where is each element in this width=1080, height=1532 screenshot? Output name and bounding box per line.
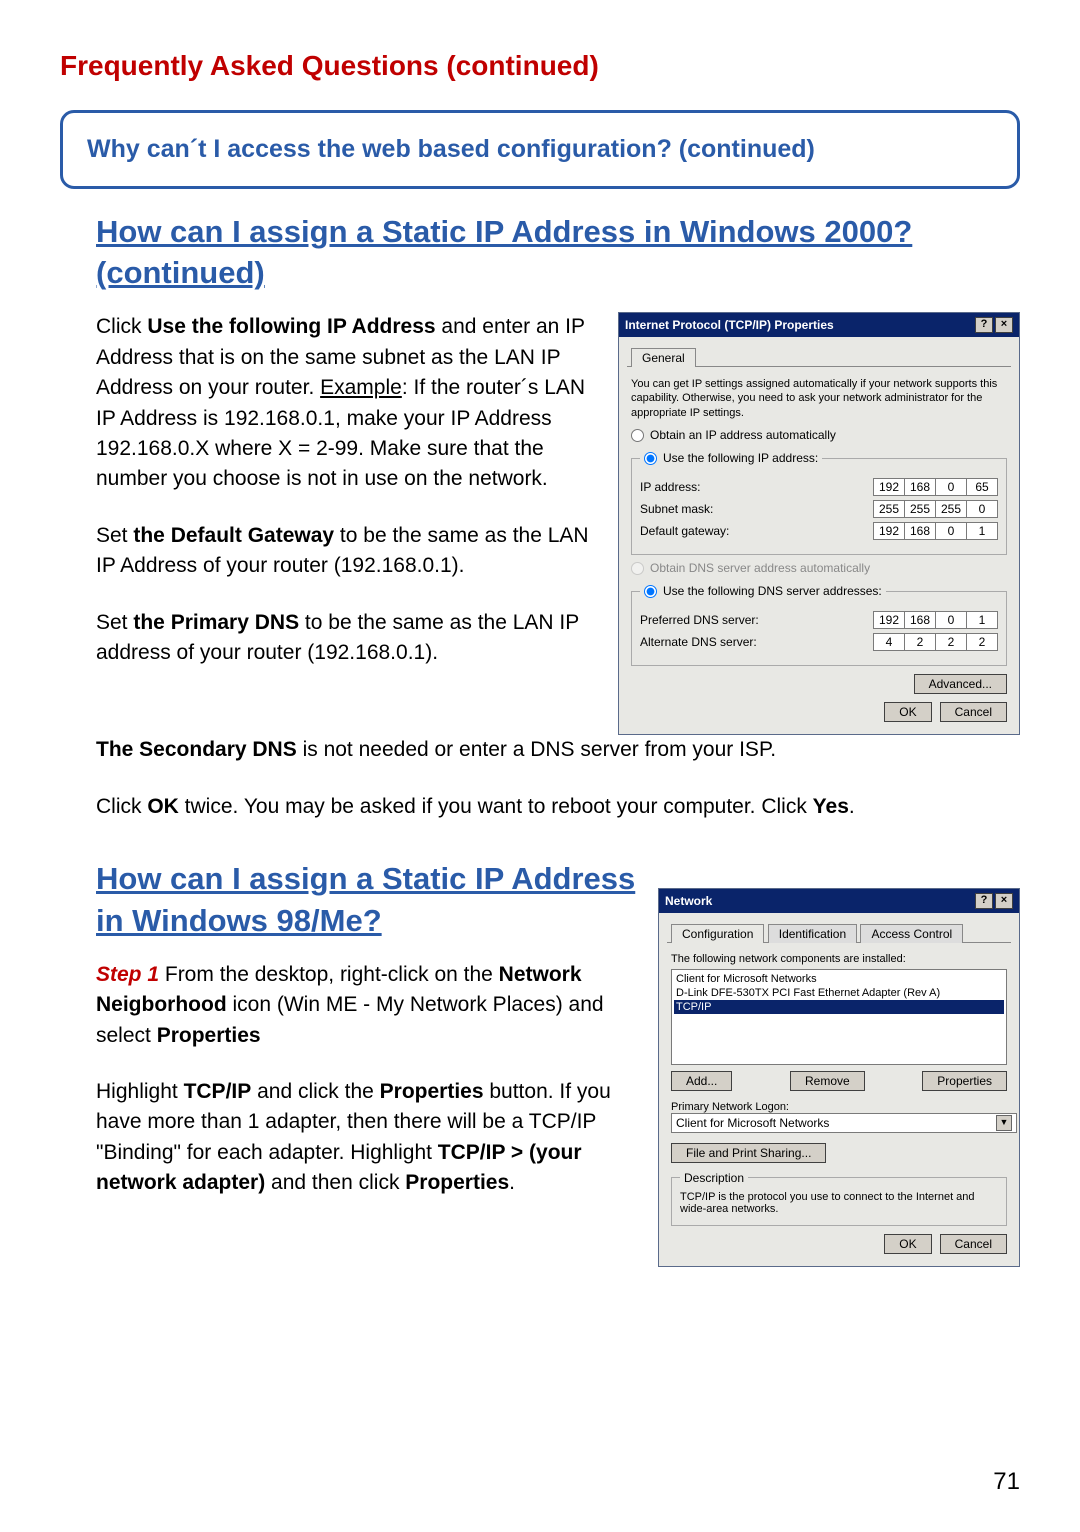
ok-button[interactable]: OK (884, 702, 931, 722)
radio-use-dns[interactable] (644, 585, 657, 598)
paragraph: Click OK twice. You may be asked if you … (96, 792, 1020, 822)
dialog-title: Internet Protocol (TCP/IP) Properties (625, 318, 834, 332)
close-icon[interactable]: × (995, 893, 1013, 909)
preferred-dns-field[interactable] (873, 611, 998, 629)
description-text: TCP/IP is the protocol you use to connec… (680, 1191, 998, 1215)
tab-general[interactable]: General (631, 348, 696, 367)
paragraph: Step 1 From the desktop, right-click on … (96, 960, 640, 1051)
add-button[interactable]: Add... (671, 1071, 732, 1091)
alternate-dns-field[interactable] (873, 633, 998, 651)
default-gateway-field[interactable] (873, 522, 998, 540)
tcpip-properties-dialog: Internet Protocol (TCP/IP) Properties ? … (618, 312, 1020, 735)
radio-obtain-dns (631, 562, 644, 575)
close-icon[interactable]: × (995, 317, 1013, 333)
section-title-win98: How can I assign a Static IP Address in … (96, 858, 640, 942)
paragraph: Set the Primary DNS to be the same as th… (96, 608, 600, 669)
primary-logon-select[interactable]: Client for Microsoft Networks▼ (671, 1113, 1017, 1133)
subnet-mask-field[interactable] (873, 500, 998, 518)
file-print-sharing-button[interactable]: File and Print Sharing... (671, 1143, 826, 1163)
components-listbox[interactable]: Client for Microsoft Networks D-Link DFE… (671, 969, 1007, 1065)
label-subnet-mask: Subnet mask: (640, 502, 867, 516)
faq-heading: Frequently Asked Questions (continued) (60, 50, 1020, 82)
properties-button[interactable]: Properties (922, 1071, 1007, 1091)
dialog-title: Network (665, 894, 712, 908)
description-legend: Description (680, 1171, 748, 1185)
paragraph: The Secondary DNS is not needed or enter… (96, 735, 1020, 765)
remove-button[interactable]: Remove (790, 1071, 865, 1091)
tab-configuration[interactable]: Configuration (671, 924, 764, 943)
network-dialog: Network ? × Configuration Identification… (658, 888, 1020, 1267)
list-item[interactable]: TCP/IP (674, 1000, 1004, 1014)
chevron-down-icon: ▼ (996, 1115, 1012, 1131)
paragraph: Click Use the following IP Address and e… (96, 312, 600, 495)
label-primary-logon: Primary Network Logon: (671, 1101, 1007, 1113)
ok-button[interactable]: OK (884, 1234, 931, 1254)
label-default-gateway: Default gateway: (640, 524, 867, 538)
cancel-button[interactable]: Cancel (940, 1234, 1007, 1254)
list-item[interactable]: D-Link DFE-530TX PCI Fast Ethernet Adapt… (674, 986, 1004, 1000)
paragraph: Highlight TCP/IP and click the Propertie… (96, 1077, 640, 1199)
radio-use-ip[interactable] (644, 452, 657, 465)
cancel-button[interactable]: Cancel (940, 702, 1007, 722)
label-alternate-dns: Alternate DNS server: (640, 635, 867, 649)
help-icon[interactable]: ? (975, 317, 993, 333)
label-ip-address: IP address: (640, 480, 867, 494)
label-preferred-dns: Preferred DNS server: (640, 613, 867, 627)
radio-obtain-ip[interactable] (631, 429, 644, 442)
section-title-win2000: How can I assign a Static IP Address in … (96, 211, 1020, 295)
tab-access-control[interactable]: Access Control (860, 924, 963, 943)
dialog-intro: You can get IP settings assigned automat… (631, 377, 1007, 420)
tab-identification[interactable]: Identification (768, 924, 857, 943)
callout-box: Why can´t I access the web based configu… (60, 110, 1020, 189)
list-item[interactable]: Client for Microsoft Networks (674, 972, 1004, 986)
page-number: 71 (993, 1468, 1020, 1496)
paragraph: Set the Default Gateway to be the same a… (96, 521, 600, 582)
callout-text: Why can´t I access the web based configu… (87, 133, 993, 166)
help-icon[interactable]: ? (975, 893, 993, 909)
ip-address-field[interactable] (873, 478, 998, 496)
advanced-button[interactable]: Advanced... (914, 674, 1007, 694)
label-components: The following network components are ins… (671, 953, 1007, 965)
